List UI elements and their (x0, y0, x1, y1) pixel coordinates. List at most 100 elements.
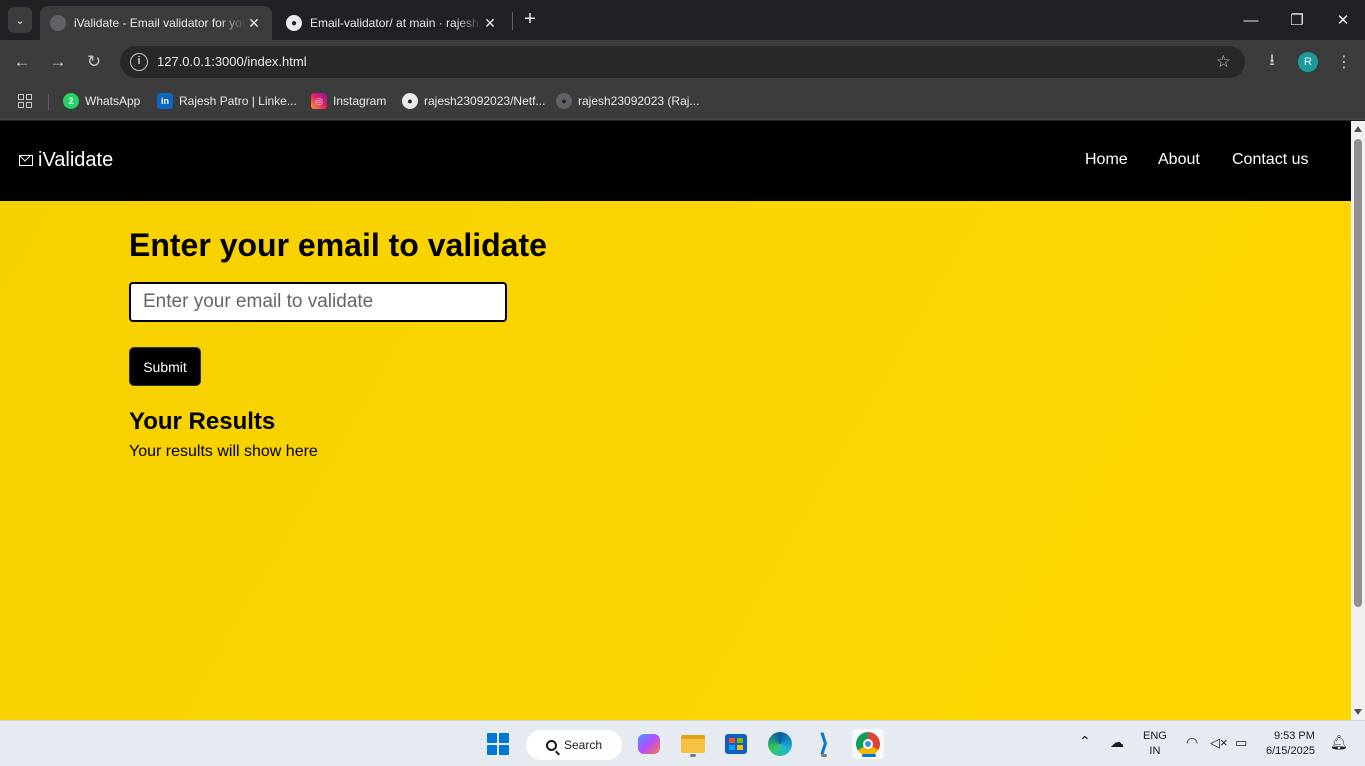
bookmarks-divider (48, 94, 49, 110)
apps-grid-icon (18, 94, 32, 108)
tab-search-button[interactable]: ⌄ (8, 7, 32, 33)
copilot-app[interactable] (633, 729, 665, 759)
restore-icon: ❐ (1290, 12, 1304, 29)
chevron-down-icon: ⌄ (15, 14, 25, 27)
onedrive-tray[interactable]: ☁ (1110, 735, 1124, 750)
plus-icon: + (524, 8, 536, 30)
brand-logo-link[interactable]: iValidate (19, 149, 113, 172)
close-icon[interactable]: ✕ (246, 15, 262, 32)
results-text: Your results will show here (129, 443, 318, 460)
profile-avatar[interactable]: R (1298, 52, 1318, 72)
minimize-button[interactable]: — (1228, 0, 1274, 40)
downloads-button[interactable]: ⭳ (1260, 50, 1284, 74)
arrow-right-icon: → (49, 52, 67, 71)
volume-muted-icon: ◁× (1210, 735, 1228, 750)
windows-taskbar: Search ⟩ ⌃ ☁ ENG IN ◠ ◁× ▭ 9:53 PM 6/15/… (0, 720, 1365, 766)
apps-button[interactable] (18, 92, 32, 110)
mail-icon (19, 155, 33, 166)
close-icon: ✕ (1336, 12, 1350, 29)
region-code: IN (1149, 745, 1161, 757)
bookmarks-bar: 2 WhatsApp in Rajesh Patro | Linke... ◎ … (0, 84, 1365, 120)
bookmark-instagram[interactable]: ◎ Instagram (311, 92, 386, 110)
windows-logo-icon (487, 733, 509, 755)
clock[interactable]: 9:53 PM 6/15/2025 (1266, 729, 1315, 759)
github-icon: ● (556, 93, 572, 109)
bookmark-star-icon[interactable]: ☆ (1216, 52, 1231, 72)
address-url[interactable]: 127.0.0.1:3000/index.html (157, 54, 307, 69)
email-input[interactable] (129, 282, 507, 322)
vscode-app[interactable]: ⟩ (808, 729, 840, 759)
github-icon: ● (402, 93, 418, 109)
new-tab-button[interactable]: + (519, 8, 541, 30)
wifi-tray[interactable]: ◠ (1186, 735, 1198, 750)
nav-link-contact[interactable]: Contact us (1232, 151, 1308, 169)
battery-icon: ▭ (1235, 735, 1248, 750)
running-indicator (690, 754, 696, 757)
page-scrollbar[interactable] (1351, 121, 1365, 720)
chrome-app[interactable] (852, 729, 884, 759)
forward-button[interactable]: → (46, 50, 70, 74)
vscode-icon: ⟩ (818, 730, 830, 757)
site-navbar: iValidate Home About Contact us (0, 121, 1351, 201)
tab-github[interactable]: ● Email-validator/ at main · rajesh23092… (276, 6, 508, 40)
bookmark-github-profile[interactable]: ● rajesh23092023 (Raj... (556, 92, 699, 110)
tab-title: Email-validator/ at main · rajesh2309202… (310, 16, 482, 30)
notifications-button[interactable]: 🔔︎ (1330, 735, 1348, 750)
chevron-up-icon: ⌃ (1079, 733, 1091, 749)
tab-divider (512, 12, 513, 30)
nav-link-home[interactable]: Home (1085, 151, 1128, 169)
whatsapp-icon: 2 (63, 93, 79, 109)
active-indicator (862, 754, 876, 757)
restore-button[interactable]: ❐ (1274, 0, 1320, 40)
copilot-icon (638, 734, 660, 754)
nav-link-about[interactable]: About (1158, 151, 1200, 169)
scrollbar-thumb[interactable] (1354, 139, 1362, 607)
reload-icon: ↻ (86, 52, 102, 71)
bookmark-label: WhatsApp (85, 94, 141, 108)
battery-tray[interactable]: ▭ (1235, 735, 1247, 750)
bookmark-label: rajesh23092023 (Raj... (578, 94, 700, 108)
edge-app[interactable] (764, 729, 796, 759)
address-bar[interactable]: i 127.0.0.1:3000/index.html ☆ (120, 46, 1245, 78)
clock-time: 9:53 PM (1273, 730, 1315, 742)
arrow-left-icon: ← (13, 52, 31, 71)
start-button[interactable] (482, 729, 514, 759)
file-explorer-app[interactable] (677, 729, 709, 759)
validator-section: Enter your email to validate Submit Your… (0, 201, 1351, 720)
page-viewport: iValidate Home About Contact us Enter yo… (0, 121, 1351, 720)
taskbar-search-label: Search (564, 738, 603, 752)
brand-name: iValidate (38, 149, 114, 171)
submit-button[interactable]: Submit (129, 347, 201, 386)
bookmark-label: Instagram (333, 94, 387, 108)
tab-title: iValidate - Email validator for you (74, 16, 246, 30)
bookmark-github-netflix[interactable]: ● rajesh23092023/Netf... (402, 92, 545, 110)
bookmark-linkedin[interactable]: in Rajesh Patro | Linke... (157, 92, 297, 110)
close-window-button[interactable]: ✕ (1320, 0, 1365, 40)
results-heading: Your Results (129, 408, 276, 435)
tab-ivalidate[interactable]: iValidate - Email validator for you ✕ (40, 6, 272, 40)
volume-tray[interactable]: ◁× (1210, 735, 1228, 750)
bookmark-label: rajesh23092023/Netf... (424, 94, 546, 108)
edge-icon (768, 732, 792, 756)
bookmark-label: Rajesh Patro | Linke... (179, 94, 297, 108)
taskbar-search[interactable]: Search (526, 730, 622, 760)
menu-button[interactable]: ⋮ (1332, 50, 1356, 74)
close-icon[interactable]: ✕ (482, 15, 498, 32)
store-app[interactable] (720, 729, 752, 759)
linkedin-icon: in (157, 93, 173, 109)
search-icon (546, 739, 557, 751)
wifi-icon: ◠ (1186, 734, 1199, 750)
tray-overflow-button[interactable]: ⌃ (1079, 734, 1091, 749)
back-button[interactable]: ← (10, 50, 34, 74)
page-title: Enter your email to validate (129, 227, 547, 263)
scroll-down-icon[interactable] (1354, 709, 1362, 715)
scroll-up-icon[interactable] (1354, 126, 1362, 132)
minimize-icon: — (1243, 11, 1259, 29)
instagram-icon: ◎ (311, 93, 327, 109)
info-icon[interactable]: i (130, 53, 148, 71)
bookmark-whatsapp[interactable]: 2 WhatsApp (63, 92, 140, 110)
sync-icon: ☁ (1110, 734, 1124, 750)
reload-button[interactable]: ↻ (82, 50, 106, 74)
language-indicator[interactable]: ENG IN (1143, 729, 1167, 759)
download-icon: ⭳ (1269, 51, 1275, 69)
